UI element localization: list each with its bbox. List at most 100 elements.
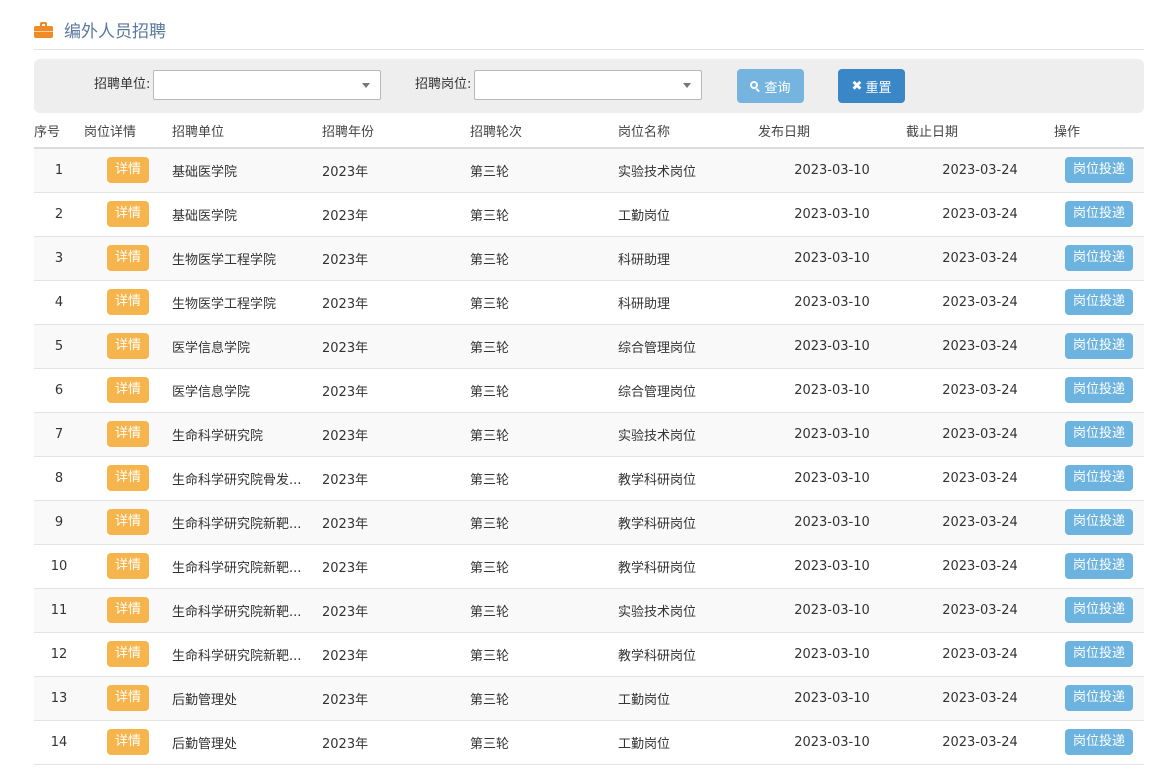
unit-cell: 基础医学院: [172, 192, 322, 237]
post-cell: 综合管理岗位: [618, 324, 758, 369]
round-cell: 第三轮: [470, 456, 618, 501]
row-number: 14: [34, 720, 84, 765]
action-cell: 岗位投递: [1054, 412, 1144, 457]
apply-button[interactable]: 岗位投递: [1065, 509, 1133, 535]
apply-button[interactable]: 岗位投递: [1065, 289, 1133, 315]
deadline-cell: 2023-03-24: [906, 192, 1054, 237]
post-cell: 科研助理: [618, 236, 758, 281]
detail-button[interactable]: 详情: [107, 729, 149, 755]
unit-cell: 生命科学研究院骨发...: [172, 456, 322, 501]
round-cell: 第三轮: [470, 280, 618, 325]
post-cell: 教学科研岗位: [618, 632, 758, 677]
apply-button[interactable]: 岗位投递: [1065, 201, 1133, 227]
apply-button[interactable]: 岗位投递: [1065, 333, 1133, 359]
deadline-cell: 2023-03-24: [906, 500, 1054, 545]
publish-date-cell: 2023-03-10: [758, 324, 906, 369]
table-row: 1 详情 基础医学院 2023年 第三轮 实验技术岗位 2023-03-10 2023-03-…: [34, 148, 1144, 193]
row-number: 2: [34, 192, 84, 237]
action-cell: 岗位投递: [1054, 148, 1144, 193]
detail-button[interactable]: 详情: [107, 553, 149, 579]
detail-cell: 详情: [84, 588, 172, 633]
detail-button[interactable]: 详情: [107, 333, 149, 359]
apply-button[interactable]: 岗位投递: [1065, 641, 1133, 667]
detail-button[interactable]: 详情: [107, 465, 149, 491]
table-header-row: 序号 岗位详情 招聘单位 招聘年份 招聘轮次 岗位名称 发布日期 截止日期 操作: [34, 113, 1144, 149]
apply-button[interactable]: 岗位投递: [1065, 553, 1133, 579]
detail-cell: 详情: [84, 236, 172, 281]
publish-date-cell: 2023-03-10: [758, 368, 906, 413]
deadline-cell: 2023-03-24: [906, 280, 1054, 325]
post-cell: 综合管理岗位: [618, 368, 758, 413]
detail-button[interactable]: 详情: [107, 157, 149, 184]
column-header-no: 序号: [34, 113, 84, 149]
table-row: 4 详情 生物医学工程学院 2023年 第三轮 科研助理 2023-03-10 2023-03…: [34, 280, 1144, 325]
table-body: 1 详情 基础医学院 2023年 第三轮 实验技术岗位 2023-03-10 2023-03-…: [34, 148, 1144, 765]
column-header-year: 招聘年份: [322, 113, 470, 149]
unit-cell: 生物医学工程学院: [172, 280, 322, 325]
unit-select[interactable]: [153, 70, 381, 100]
unit-cell: 生命科学研究院新靶...: [172, 632, 322, 677]
year-cell: 2023年: [322, 720, 470, 765]
reset-button[interactable]: ✖ 重置: [838, 69, 905, 103]
apply-button[interactable]: 岗位投递: [1065, 245, 1133, 271]
row-number: 8: [34, 456, 84, 501]
table-row: 2 详情 基础医学院 2023年 第三轮 工勤岗位 2023-03-10 2023-03-24…: [34, 192, 1144, 237]
post-cell: 实验技术岗位: [618, 412, 758, 457]
column-header-post: 岗位名称: [618, 113, 758, 149]
position-select[interactable]: [474, 70, 702, 100]
deadline-cell: 2023-03-24: [906, 368, 1054, 413]
detail-cell: 详情: [84, 324, 172, 369]
year-cell: 2023年: [322, 368, 470, 413]
unit-cell: 生命科学研究院新靶...: [172, 544, 322, 589]
action-cell: 岗位投递: [1054, 676, 1144, 721]
apply-button[interactable]: 岗位投递: [1065, 685, 1133, 711]
position-filter-label: 招聘岗位:: [415, 77, 472, 92]
post-cell: 教学科研岗位: [618, 500, 758, 545]
row-number: 3: [34, 236, 84, 281]
detail-button[interactable]: 详情: [107, 377, 149, 403]
detail-cell: 详情: [84, 676, 172, 721]
detail-button[interactable]: 详情: [107, 421, 149, 447]
apply-button[interactable]: 岗位投递: [1065, 157, 1133, 184]
deadline-cell: 2023-03-24: [906, 588, 1054, 633]
detail-button[interactable]: 详情: [107, 289, 149, 315]
apply-button[interactable]: 岗位投递: [1065, 729, 1133, 755]
unit-cell: 生物医学工程学院: [172, 236, 322, 281]
detail-button[interactable]: 详情: [107, 685, 149, 711]
publish-date-cell: 2023-03-10: [758, 544, 906, 589]
detail-cell: 详情: [84, 456, 172, 501]
publish-date-cell: 2023-03-10: [758, 148, 906, 193]
unit-cell: 生命科学研究院新靶...: [172, 500, 322, 545]
publish-date-cell: 2023-03-10: [758, 236, 906, 281]
post-cell: 工勤岗位: [618, 192, 758, 237]
post-cell: 教学科研岗位: [618, 456, 758, 501]
year-cell: 2023年: [322, 676, 470, 721]
action-cell: 岗位投递: [1054, 720, 1144, 765]
action-cell: 岗位投递: [1054, 632, 1144, 677]
apply-button[interactable]: 岗位投递: [1065, 421, 1133, 447]
detail-button[interactable]: 详情: [107, 509, 149, 535]
apply-button[interactable]: 岗位投递: [1065, 597, 1133, 623]
detail-button[interactable]: 详情: [107, 597, 149, 623]
detail-button[interactable]: 详情: [107, 641, 149, 667]
detail-button[interactable]: 详情: [107, 245, 149, 271]
detail-button[interactable]: 详情: [107, 201, 149, 227]
row-number: 11: [34, 588, 84, 633]
query-button[interactable]: 查询: [737, 69, 804, 103]
unit-cell: 医学信息学院: [172, 368, 322, 413]
recruitment-page: 编外人员招聘 招聘单位: 招聘岗位: 查询 ✖ 重置 序号 岗位详情 招聘单位 …: [0, 0, 1160, 777]
deadline-cell: 2023-03-24: [906, 544, 1054, 589]
column-header-publish-date: 发布日期: [758, 113, 906, 149]
publish-date-cell: 2023-03-10: [758, 632, 906, 677]
apply-button[interactable]: 岗位投递: [1065, 377, 1133, 403]
deadline-cell: 2023-03-24: [906, 236, 1054, 281]
publish-date-cell: 2023-03-10: [758, 412, 906, 457]
unit-cell: 医学信息学院: [172, 324, 322, 369]
unit-cell: 后勤管理处: [172, 676, 322, 721]
chevron-down-icon: [683, 83, 691, 88]
apply-button[interactable]: 岗位投递: [1065, 465, 1133, 491]
year-cell: 2023年: [322, 632, 470, 677]
chevron-down-icon: [362, 83, 370, 88]
round-cell: 第三轮: [470, 500, 618, 545]
detail-cell: 详情: [84, 368, 172, 413]
